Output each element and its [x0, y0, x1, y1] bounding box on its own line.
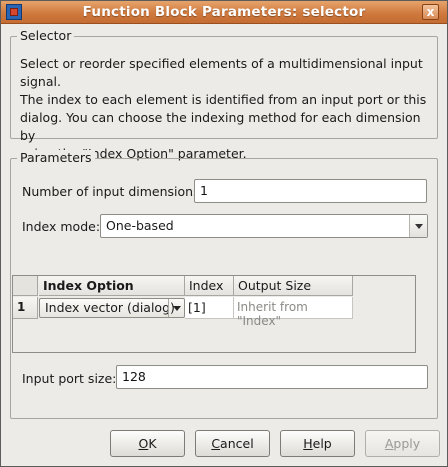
table-corner — [13, 276, 38, 296]
dialog-window: Function Block Parameters: selector x Se… — [0, 0, 448, 467]
input-port-size-field[interactable]: 128 — [116, 365, 428, 389]
title-bar[interactable]: Function Block Parameters: selector x — [1, 1, 447, 24]
selector-group-legend: Selector — [17, 28, 75, 43]
window-title: Function Block Parameters: selector — [82, 4, 366, 20]
row-number: 1 — [13, 297, 38, 319]
index-mode-label: Index mode: — [22, 219, 101, 234]
chevron-down-icon[interactable] — [168, 299, 184, 317]
column-header-index[interactable]: Index — [185, 276, 234, 296]
parameters-group-legend: Parameters — [17, 150, 95, 165]
apply-label-rest: pply — [393, 436, 421, 451]
cancel-mnemonic: C — [211, 436, 221, 451]
description-line: Select or reorder specified elements of … — [20, 56, 423, 89]
description-line: The index to each element is identified … — [20, 92, 427, 107]
help-button[interactable]: Help — [280, 430, 355, 457]
index-mode-value: One-based — [106, 218, 174, 233]
num-dims-field[interactable]: 1 — [194, 179, 427, 203]
description-line: dialog. You can choose the indexing meth… — [20, 110, 421, 143]
index-mode-select[interactable]: One-based — [100, 214, 428, 238]
column-header-output-size[interactable]: Output Size — [234, 276, 353, 296]
help-label-rest: elp — [312, 436, 332, 451]
input-port-size-label: Input port size: — [22, 371, 117, 386]
simulink-block-icon — [6, 4, 22, 20]
index-cell[interactable]: [1] — [185, 297, 234, 319]
help-mnemonic: H — [303, 436, 313, 451]
index-table: Index Option Index Output Size 1 Index v… — [12, 275, 416, 353]
output-size-cell[interactable]: Inherit from "Index" — [234, 297, 353, 328]
apply-button[interactable]: Apply — [365, 430, 440, 457]
index-option-value: Index vector (dialog) — [45, 300, 175, 315]
cancel-label-rest: ancel — [220, 436, 254, 451]
index-option-select[interactable]: Index vector (dialog) — [39, 298, 185, 318]
selector-group: Selector Select or reorder specified ele… — [10, 28, 438, 161]
column-header-index-option[interactable]: Index Option — [39, 276, 185, 296]
ok-label-rest: K — [148, 436, 157, 451]
num-dims-label: Number of input dimensions: — [22, 184, 204, 199]
ok-button[interactable]: OK — [110, 430, 185, 457]
chevron-down-icon[interactable] — [409, 215, 427, 237]
close-icon[interactable]: x — [422, 4, 439, 20]
selector-description: Select or reorder specified elements of … — [20, 55, 432, 163]
ok-mnemonic: O — [138, 436, 149, 451]
cancel-button[interactable]: Cancel — [195, 430, 270, 457]
